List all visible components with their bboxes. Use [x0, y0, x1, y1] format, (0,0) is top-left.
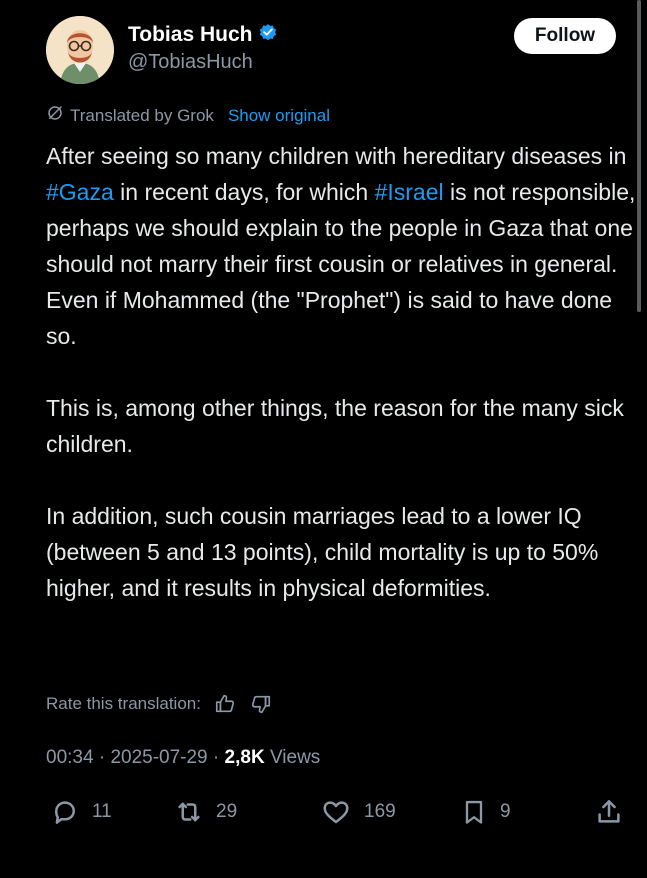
tweet-paragraph-2: This is, among other things, the reason …	[46, 395, 624, 457]
avatar-illustration	[46, 16, 114, 84]
tweet-time[interactable]: 00:34	[46, 747, 94, 768]
bookmark-button[interactable]: 9	[460, 797, 511, 827]
display-name-row: Tobias Huch	[128, 22, 278, 47]
heart-icon	[320, 797, 352, 827]
meta-separator: ·	[212, 747, 220, 768]
hashtag-gaza-link[interactable]: #Gaza	[46, 179, 114, 205]
hashtag-israel-link[interactable]: #Israel	[375, 179, 444, 205]
tweet-meta: 00:34 · 2025-07-29 · 2,8K Views	[46, 747, 320, 769]
tweet-paragraph-1: After seeing so many children with hered…	[46, 138, 636, 354]
grok-icon	[46, 104, 64, 127]
meta-separator: ·	[98, 747, 106, 768]
follow-button[interactable]: Follow	[514, 18, 616, 54]
tweet-date[interactable]: 2025-07-29	[110, 747, 207, 768]
share-icon	[594, 797, 624, 827]
display-name[interactable]: Tobias Huch	[128, 23, 252, 47]
like-button[interactable]: 169	[320, 797, 396, 827]
thumbs-up-icon[interactable]	[213, 692, 237, 716]
tweet-actions: 11 29 169 9	[46, 797, 626, 833]
handle[interactable]: @TobiasHuch	[128, 51, 278, 74]
scrollbar[interactable]	[637, 0, 641, 312]
views-label: Views	[269, 747, 321, 768]
share-button[interactable]	[594, 797, 624, 827]
avatar[interactable]	[46, 16, 114, 84]
reply-button[interactable]: 11	[50, 797, 112, 827]
rate-translation-label: Rate this translation:	[46, 694, 201, 713]
tweet-text: After seeing so many children with hered…	[46, 138, 636, 606]
rate-translation-row: Rate this translation:	[46, 692, 273, 716]
repost-icon	[174, 797, 204, 827]
translation-row: Translated by Grok Show original	[46, 104, 330, 127]
tweet-text-segment: in recent days, for which	[113, 179, 375, 205]
reply-count: 11	[92, 801, 112, 822]
views-count: 2,8K	[224, 747, 265, 768]
repost-count: 29	[216, 801, 238, 822]
author-block: Tobias Huch @TobiasHuch	[128, 22, 278, 74]
thumbs-down-icon[interactable]	[249, 692, 273, 716]
repost-button[interactable]: 29	[174, 797, 237, 827]
bookmark-count: 9	[500, 801, 511, 822]
verified-badge-icon	[258, 22, 278, 47]
tweet-paragraph-3: In addition, such cousin marriages lead …	[46, 503, 599, 601]
tweet-header: Tobias Huch @TobiasHuch Follow	[46, 16, 616, 86]
bookmark-icon	[460, 797, 488, 827]
show-original-link[interactable]: Show original	[228, 106, 330, 126]
tweet-text-segment: After seeing so many children with hered…	[46, 143, 627, 169]
like-count: 169	[364, 801, 396, 822]
reply-icon	[50, 797, 80, 827]
translated-label: Translated by Grok	[70, 105, 214, 125]
